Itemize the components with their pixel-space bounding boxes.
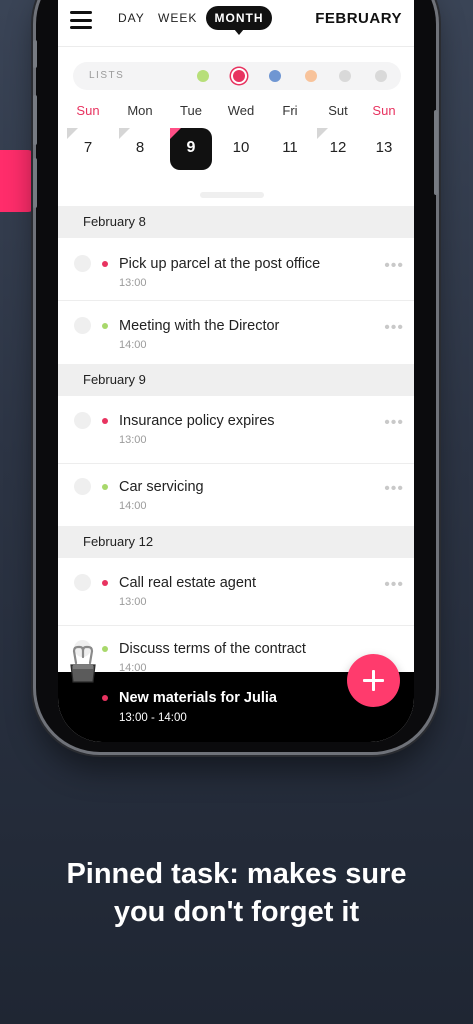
day-number: 7 [83,139,93,156]
day-number: 10 [232,139,250,156]
day-number: 9 [186,139,196,156]
pinned-task-time: 13:00 - 14:00 [119,712,187,724]
more-dots-icon[interactable]: ••• [384,481,404,497]
task-list-dot [102,646,108,652]
weekday-label: Tue [180,103,202,118]
pinned-task-list-dot [102,695,108,701]
task-list-dot [102,323,108,329]
task-list-dot [102,484,108,490]
top-bar: DAY WEEK MONTH FEBRUARY [58,0,414,47]
pinned-task-title: New materials for Julia [119,690,277,706]
section-header: February 8 [58,206,414,238]
tab-day[interactable]: DAY [118,11,145,25]
task-row[interactable]: Insurance policy expires 13:00 ••• [58,395,414,464]
more-dots-icon[interactable]: ••• [384,415,404,431]
task-time: 13:00 [119,596,147,608]
tab-week[interactable]: WEEK [158,11,197,25]
calendar-day-7[interactable]: 7 [67,128,109,170]
task-title: Call real estate agent [119,575,257,591]
task-title: Car servicing [119,479,204,495]
more-dots-icon[interactable]: ••• [384,577,404,593]
task-row[interactable]: Meeting with the Director 14:00 ••• [58,300,414,365]
task-list-dot [102,418,108,424]
add-task-button[interactable] [347,654,400,707]
task-marker-corner [67,128,78,139]
day-number: 12 [329,139,347,156]
weekday-label: Sut [328,103,348,118]
phone-side-button [33,158,37,208]
promo-caption: Pinned task: makes sure you don't forget… [0,855,473,931]
calendar-day-9[interactable]: 9 [170,128,212,170]
caption-line-2: you don't forget it [113,896,360,928]
calendar-day-11[interactable]: 11 [269,128,311,170]
task-checkbox[interactable] [74,478,91,495]
task-row[interactable]: Call real estate agent 13:00 ••• [58,557,414,626]
caption-line-1: Pinned task: makes sure [66,858,407,890]
task-checkbox[interactable] [74,412,91,429]
hamburger-icon[interactable] [70,11,92,29]
list-color-dot[interactable] [339,70,351,82]
calendar-day-13[interactable]: 13 [363,128,405,170]
calendar-day-12[interactable]: 12 [317,128,359,170]
task-marker-corner [170,128,181,139]
weekday-label: Sun [372,103,396,118]
weekday-label: Mon [127,103,153,118]
task-title: Pick up parcel at the post office [119,256,321,272]
task-checkbox[interactable] [74,255,91,272]
month-title[interactable]: FEBRUARY [315,10,402,27]
tab-month[interactable]: MONTH [206,6,272,35]
day-number: 8 [135,139,145,156]
calendar-day-8[interactable]: 8 [119,128,161,170]
weekday-label: Sun [76,103,100,118]
section-header: February 9 [58,364,414,396]
task-list-dot [102,580,108,586]
task-time: 13:00 [119,277,147,289]
list-color-dot[interactable] [233,70,245,82]
list-color-dot[interactable] [375,70,387,82]
binder-clip-icon[interactable] [68,645,98,685]
task-marker-corner [317,128,328,139]
task-checkbox[interactable] [74,574,91,591]
task-row[interactable]: Pick up parcel at the post office 13:00 ••… [58,238,414,301]
task-time: 14:00 [119,500,147,512]
list-color-dot[interactable] [197,70,209,82]
day-number: 11 [282,139,298,156]
task-title: Meeting with the Director [119,318,280,334]
day-number: 13 [375,139,393,156]
calendar-day-10[interactable]: 10 [220,128,262,170]
phone-side-button [33,40,37,68]
decorative-pink-tab [0,150,34,212]
task-checkbox[interactable] [74,317,91,334]
task-list-dot [102,261,108,267]
task-row[interactable]: Car servicing 14:00 ••• [58,463,414,527]
lists-filter-bar: LISTS [73,62,401,90]
lists-label: LISTS [89,70,125,81]
task-time: 14:00 [119,339,147,351]
phone-power-button [434,110,438,195]
app-screen: DAY WEEK MONTH FEBRUARY LISTS Sun Mon Tue W… [58,0,414,742]
section-date: February 12 [83,534,154,549]
more-dots-icon[interactable]: ••• [384,258,404,274]
list-color-dot[interactable] [269,70,281,82]
section-date: February 8 [83,214,146,229]
weekday-label: Fri [282,103,298,118]
task-time: 13:00 [119,434,147,446]
list-color-dot[interactable] [305,70,317,82]
section-date: February 9 [83,372,146,387]
weekday-label: Wed [227,103,255,118]
section-header: February 12 [58,526,414,558]
task-marker-corner [119,128,130,139]
drag-handle[interactable] [200,192,264,198]
phone-side-button [33,95,37,145]
task-title: Insurance policy expires [119,413,275,429]
more-dots-icon[interactable]: ••• [384,320,404,336]
task-title: Discuss terms of the contract [119,641,306,657]
